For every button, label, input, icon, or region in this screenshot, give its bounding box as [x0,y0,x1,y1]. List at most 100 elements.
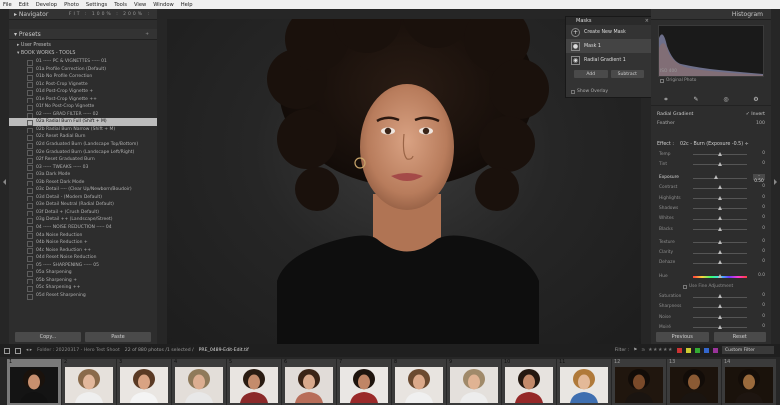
menu-help[interactable]: Help [181,2,193,8]
slider-value[interactable]: 0 [753,184,765,190]
filmstrip-thumbnail[interactable]: 6 [282,359,336,405]
preset-item[interactable]: 03a Dark Mode [9,171,157,179]
color-label-purple[interactable] [713,347,718,353]
preset-item[interactable]: 01f No Post-Crop Vignette [9,103,157,111]
slider-value[interactable]: 0 [753,314,765,320]
color-label-red[interactable] [677,347,682,353]
left-panel-toggle[interactable] [0,9,9,344]
menu-settings[interactable]: Settings [86,2,107,8]
preset-item[interactable]: 05a Sharpening [9,269,157,277]
preset-item[interactable]: 01c Post-Crop Vignette [9,81,157,89]
use-fine-adjustment-toggle[interactable]: Use Fine Adjustment [651,282,771,292]
right-panel-toggle[interactable] [771,9,780,344]
copy-button[interactable]: Copy... [15,332,81,342]
preset-group[interactable]: ▸ User Presets [9,42,157,50]
filmstrip-thumbnail[interactable]: 13 [667,359,721,405]
menu-edit[interactable]: Edit [19,2,29,8]
original-photo-checkbox[interactable] [660,78,664,83]
slider-value[interactable]: 0 [753,205,765,211]
slider-contrast[interactable]: Contrast 0 [651,183,771,193]
star-rating-filter[interactable]: ≥ ★★★★★ [641,347,673,353]
color-label-yellow[interactable] [686,347,691,353]
original-photo-toggle[interactable]: Original Photo [660,78,696,83]
add-mask-button[interactable]: Add [574,70,608,78]
folder-path[interactable]: Folder : 20220317 - Hero Test Shoot [37,348,120,353]
slider-thumb[interactable] [717,226,722,231]
filmstrip-thumbnail[interactable]: 12 [612,359,666,405]
flag-filter-icon[interactable]: ⚑ [633,348,637,353]
preset-item[interactable]: 03e Detail Neutral (Radial Default) [9,201,157,209]
slider-saturation[interactable]: Saturation 0 [651,292,771,302]
slider-value[interactable]: 0 [753,161,765,167]
slider-thumb[interactable] [717,151,722,156]
use-fine-adjustment-checkbox[interactable] [683,284,687,289]
slider-thumb[interactable] [717,250,722,255]
slider-thumb[interactable] [717,324,722,329]
filmstrip-thumbnail[interactable]: 7 [337,359,391,405]
filmstrip-thumbnail[interactable]: 10 [502,359,556,405]
close-icon[interactable]: × [645,18,649,24]
slider-value[interactable]: 0.0 [753,273,765,279]
custom-filter-select[interactable]: Custom Filter [722,346,774,354]
preset-item[interactable]: 03c Detail ---- (Clear Up/Newborn/Boudoi… [9,186,157,194]
preset-item[interactable]: 02c Reset Radial Burn [9,133,157,141]
filmstrip-thumbnail[interactable]: 5 [227,359,281,405]
red-eye-icon[interactable]: ◎ [723,96,730,103]
navigator-zoom-options[interactable]: FIT : 100% : 200% : [69,12,151,17]
preset-item[interactable]: 02b Radial Burn Narrow (Shift + M) [9,126,157,134]
slider-value[interactable]: 0 [753,324,765,330]
slider-thumb[interactable] [717,304,722,309]
slider-thumb[interactable] [717,205,722,210]
slider-noise[interactable]: Noise 0 [651,312,771,322]
preset-item[interactable]: 05d Reset Sharpening [9,292,157,300]
filmstrip-thumbnail[interactable]: 8 [392,359,446,405]
slider-value[interactable]: 0 [753,195,765,201]
menu-view[interactable]: View [134,2,146,8]
second-window-icon[interactable] [15,347,21,354]
preset-item[interactable]: 02e Graduated Burn (Landscape Left/Right… [9,149,157,157]
slider-thumb[interactable] [717,216,722,221]
preset-group[interactable]: ▾ BOOK WORKS - TOOLS [9,50,157,58]
preset-item[interactable]: 02a Radial Burn Full (Shift + M) [9,118,157,126]
color-label-green[interactable] [695,347,700,353]
menu-file[interactable]: File [3,2,12,8]
mask-1-row[interactable]: ● Mask 1 [566,39,652,53]
slider-dehaze[interactable]: Dehaze 0 [651,258,771,268]
mask-component-row[interactable]: ◉ Radial Gradient 1 [566,53,652,67]
filmstrip-thumbnail[interactable]: 9 [447,359,501,405]
preset-item[interactable]: 04d Reset Noise Reduction [9,254,157,262]
slider-track[interactable] [693,177,747,179]
reset-button[interactable]: Reset [713,332,766,342]
slider-value[interactable]: 0 [753,249,765,255]
previous-button[interactable]: Previous [656,332,709,342]
slider-value[interactable]: 0 [753,215,765,221]
eye-icon[interactable]: ● [571,41,580,51]
preset-item[interactable]: 03g Detail ++ (Landscape/Street) [9,216,157,224]
preset-item[interactable]: 02f Reset Graduated Burn [9,156,157,164]
histogram-header[interactable]: Histogram [651,9,771,20]
slider-thumb[interactable] [717,294,722,299]
slider-value[interactable]: 0 [753,226,765,232]
menu-tools[interactable]: Tools [114,2,127,8]
slider-value[interactable]: 0 [753,293,765,299]
slider-clarity[interactable]: Clarity 0 [651,248,771,258]
effect-preset-select[interactable]: 02c - Burn (Exposure -0.5) ÷ [680,142,749,147]
slider-whites[interactable]: Whites 0 [651,214,771,224]
show-overlay-toggle[interactable]: Show Overlay [571,89,608,94]
menu-photo[interactable]: Photo [64,2,79,8]
preset-item[interactable]: 03b Reset Dark Mode [9,179,157,187]
preset-item[interactable]: 03f Detail + (Crush Default) [9,209,157,217]
filmstrip-thumbnail[interactable]: 1 [7,359,61,405]
show-overlay-checkbox[interactable] [571,89,575,94]
preset-item[interactable]: 04b Noise Reduction + [9,239,157,247]
color-label-blue[interactable] [704,347,709,353]
menu-window[interactable]: Window [153,2,173,8]
invert-toggle[interactable]: ✓ Invert [746,112,765,117]
preset-item[interactable]: 04a Noise Reduction [9,232,157,240]
slider-hue[interactable]: Hue 0.0 [651,271,771,281]
slider-thumb[interactable] [717,161,722,166]
preset-item[interactable]: 03d Detail - (Modern Default) [9,194,157,202]
slider-thumb[interactable] [714,175,719,180]
create-new-mask-button[interactable]: + Create New Mask [566,25,652,39]
preset-item[interactable]: 01b No Profile Correction [9,73,157,81]
